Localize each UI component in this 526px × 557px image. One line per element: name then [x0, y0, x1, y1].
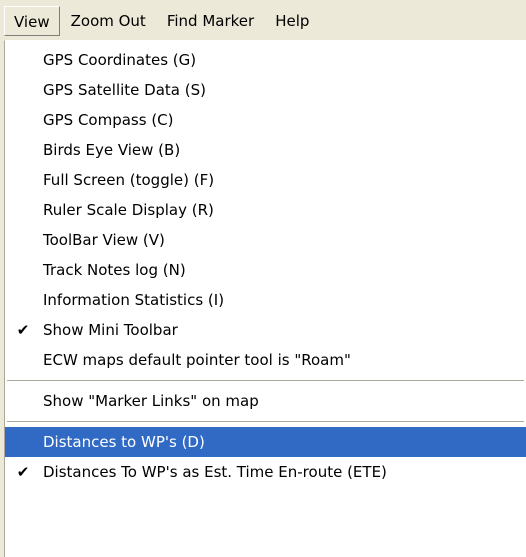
menu-item-label: GPS Compass (C)	[43, 111, 174, 129]
menu-item-birds-eye-view[interactable]: Birds Eye View (B)	[5, 135, 526, 165]
menu-item-distances-as-ete[interactable]: ✔ Distances To WP's as Est. Time En-rout…	[5, 457, 526, 487]
menu-help[interactable]: Help	[264, 6, 319, 36]
menu-separator	[5, 375, 526, 386]
menu-item-label: Ruler Scale Display (R)	[43, 201, 214, 219]
menu-item-label: Information Statistics (I)	[43, 291, 225, 309]
menu-item-gps-coordinates[interactable]: GPS Coordinates (G)	[5, 45, 526, 75]
menu-zoom-out[interactable]: Zoom Out	[60, 6, 156, 36]
menu-item-show-marker-links[interactable]: Show "Marker Links" on map	[5, 386, 526, 416]
menu-item-label: GPS Satellite Data (S)	[43, 81, 206, 99]
menu-separator	[5, 416, 526, 427]
menu-item-label: ToolBar View (V)	[43, 231, 165, 249]
app-window: View Zoom Out Find Marker Help GPS Coord…	[0, 0, 526, 557]
menu-item-ruler-scale-display[interactable]: Ruler Scale Display (R)	[5, 195, 526, 225]
menu-item-information-statistics[interactable]: Information Statistics (I)	[5, 285, 526, 315]
menu-item-label: Distances to WP's (D)	[43, 433, 205, 451]
menu-item-label: GPS Coordinates (G)	[43, 51, 197, 69]
menu-item-full-screen[interactable]: Full Screen (toggle) (F)	[5, 165, 526, 195]
menu-item-track-notes-log[interactable]: Track Notes log (N)	[5, 255, 526, 285]
menu-view[interactable]: View	[4, 5, 60, 36]
menu-item-toolbar-view[interactable]: ToolBar View (V)	[5, 225, 526, 255]
menu-item-gps-compass[interactable]: GPS Compass (C)	[5, 105, 526, 135]
menu-item-label: ECW maps default pointer tool is "Roam"	[43, 351, 351, 369]
menu-item-distances-to-wps[interactable]: Distances to WP's (D)	[5, 427, 526, 457]
menu-item-ecw-roam-pointer[interactable]: ECW maps default pointer tool is "Roam"	[5, 345, 526, 375]
menu-item-gps-satellite-data[interactable]: GPS Satellite Data (S)	[5, 75, 526, 105]
menu-item-label: Track Notes log (N)	[43, 261, 186, 279]
menu-item-label: Show "Marker Links" on map	[43, 392, 259, 410]
menu-item-label: Distances To WP's as Est. Time En-route …	[43, 463, 387, 481]
menu-item-label: Full Screen (toggle) (F)	[43, 171, 215, 189]
checkmark-icon: ✔	[16, 321, 30, 339]
menu-item-label: Show Mini Toolbar	[43, 321, 178, 339]
menu-bar: View Zoom Out Find Marker Help	[0, 0, 526, 41]
menu-find-marker[interactable]: Find Marker	[156, 6, 264, 36]
view-menu-dropdown: GPS Coordinates (G) GPS Satellite Data (…	[4, 40, 526, 557]
menu-item-show-mini-toolbar[interactable]: ✔ Show Mini Toolbar	[5, 315, 526, 345]
menu-item-label: Birds Eye View (B)	[43, 141, 181, 159]
checkmark-icon: ✔	[16, 463, 30, 481]
